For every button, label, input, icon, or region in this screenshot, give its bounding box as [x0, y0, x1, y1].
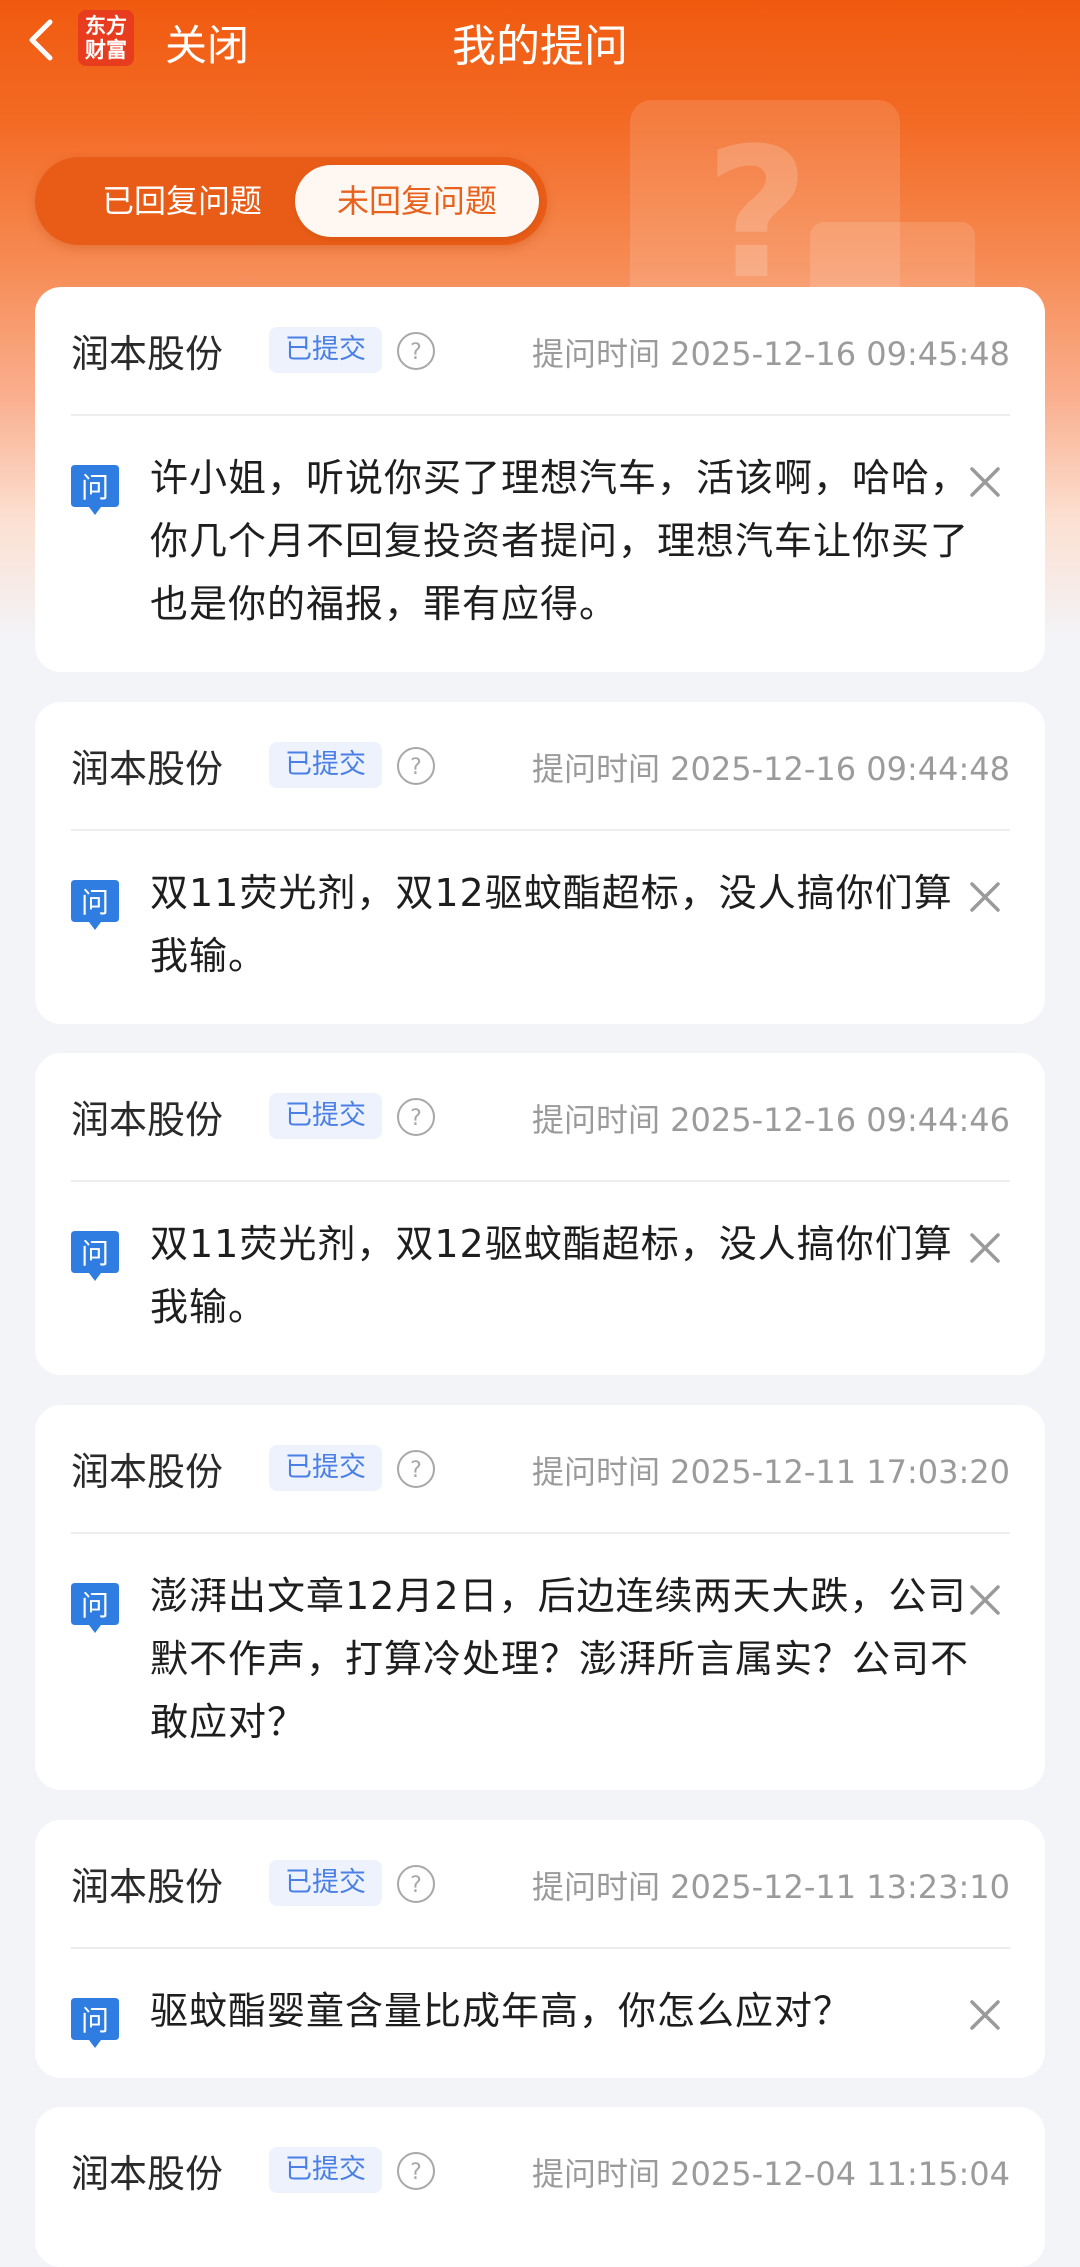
- question-icon: 问: [71, 1231, 119, 1281]
- question-time: 提问时间 2025-12-04 11:15:04: [531, 2155, 1010, 2193]
- status-badge: 已提交: [269, 742, 382, 788]
- question-card: 润本股份 已提交 ? 提问时间 2025-12-11 17:03:20 问 澎湃…: [35, 1405, 1045, 1790]
- question-time: 提问时间 2025-12-16 09:45:48: [531, 335, 1010, 373]
- divider: [71, 1532, 1010, 1534]
- status-badge: 已提交: [269, 1093, 382, 1139]
- question-text: 驱蚊酯婴童含量比成年高，你怎么应对？: [150, 1989, 853, 2033]
- svg-text:?: ?: [410, 1106, 422, 1131]
- question-text: 许小姐，听说你买了理想汽车，活该啊，哈哈，你几个月不回复投资者提问，理想汽车让你…: [150, 456, 970, 626]
- tab-unreplied-questions[interactable]: 未回复问题: [295, 165, 539, 237]
- tab-replied-questions[interactable]: 已回复问题: [47, 165, 317, 237]
- delete-icon[interactable]: [967, 1230, 1003, 1266]
- help-icon[interactable]: ?: [396, 331, 436, 371]
- help-icon[interactable]: ?: [396, 1864, 436, 1904]
- svg-text:?: ?: [410, 755, 422, 780]
- company-name: 润本股份: [71, 2152, 224, 2196]
- help-icon[interactable]: ?: [396, 2151, 436, 2191]
- question-icon: 问: [71, 880, 119, 930]
- status-badge: 已提交: [269, 1445, 382, 1491]
- question-text: 澎湃出文章12月2日，后边连续两天大跌，公司默不作声，打算冷处理？澎湃所言属实？…: [150, 1574, 970, 1744]
- company-name: 润本股份: [71, 747, 224, 791]
- svg-text:?: ?: [410, 1873, 422, 1898]
- divider: [71, 1180, 1010, 1182]
- help-icon[interactable]: ?: [396, 746, 436, 786]
- svg-text:?: ?: [410, 2160, 422, 2185]
- company-name: 润本股份: [71, 1450, 224, 1494]
- company-name: 润本股份: [71, 1098, 224, 1142]
- delete-icon[interactable]: [967, 1582, 1003, 1618]
- question-time: 提问时间 2025-12-11 13:23:10: [531, 1868, 1010, 1906]
- question-time: 提问时间 2025-12-11 17:03:20: [531, 1453, 1010, 1491]
- company-name: 润本股份: [71, 1865, 224, 1909]
- svg-text:?: ?: [410, 1458, 422, 1483]
- question-card: 润本股份 已提交 ? 提问时间 2025-12-16 09:44:46 问 双1…: [35, 1053, 1045, 1375]
- delete-icon[interactable]: [967, 879, 1003, 915]
- tab-bar: 已回复问题 未回复问题: [35, 157, 547, 245]
- question-card: 润本股份 已提交 ? 提问时间 2025-12-16 09:44:48 问 双1…: [35, 702, 1045, 1024]
- question-text: 双11荧光剂，双12驱蚊酯超标，没人搞你们算我输。: [150, 871, 953, 978]
- divider: [71, 829, 1010, 831]
- question-card: 润本股份 已提交 ? 提问时间 2025-12-04 11:15:04: [35, 2107, 1045, 2267]
- delete-icon[interactable]: [967, 464, 1003, 500]
- divider: [71, 1947, 1010, 1949]
- help-icon[interactable]: ?: [396, 1449, 436, 1489]
- company-name: 润本股份: [71, 332, 224, 376]
- question-icon-label: 问: [81, 886, 109, 919]
- question-icon-label: 问: [81, 1237, 109, 1270]
- question-time: 提问时间 2025-12-16 09:44:48: [531, 750, 1010, 788]
- question-icon: 问: [71, 465, 119, 515]
- help-icon[interactable]: ?: [396, 1097, 436, 1137]
- question-text: 双11荧光剂，双12驱蚊酯超标，没人搞你们算我输。: [150, 1222, 953, 1329]
- question-card: 润本股份 已提交 ? 提问时间 2025-12-11 13:23:10 问 驱蚊…: [35, 1820, 1045, 2078]
- svg-text:?: ?: [410, 340, 422, 365]
- status-badge: 已提交: [269, 1860, 382, 1906]
- question-card: 润本股份 已提交 ? 提问时间 2025-12-16 09:45:48 问 许小…: [35, 287, 1045, 672]
- status-badge: 已提交: [269, 327, 382, 373]
- question-time: 提问时间 2025-12-16 09:44:46: [531, 1101, 1010, 1139]
- question-icon: 问: [71, 1998, 119, 2048]
- status-badge: 已提交: [269, 2147, 382, 2193]
- divider: [71, 414, 1010, 416]
- page-title: 我的提问: [452, 21, 628, 72]
- question-icon-label: 问: [81, 2004, 109, 2037]
- question-icon-label: 问: [81, 471, 109, 504]
- question-icon: 问: [71, 1583, 119, 1633]
- top-bar: 东方 财富 关闭 我的提问: [0, 0, 1080, 80]
- question-icon-label: 问: [81, 1589, 109, 1622]
- delete-icon[interactable]: [967, 1997, 1003, 2033]
